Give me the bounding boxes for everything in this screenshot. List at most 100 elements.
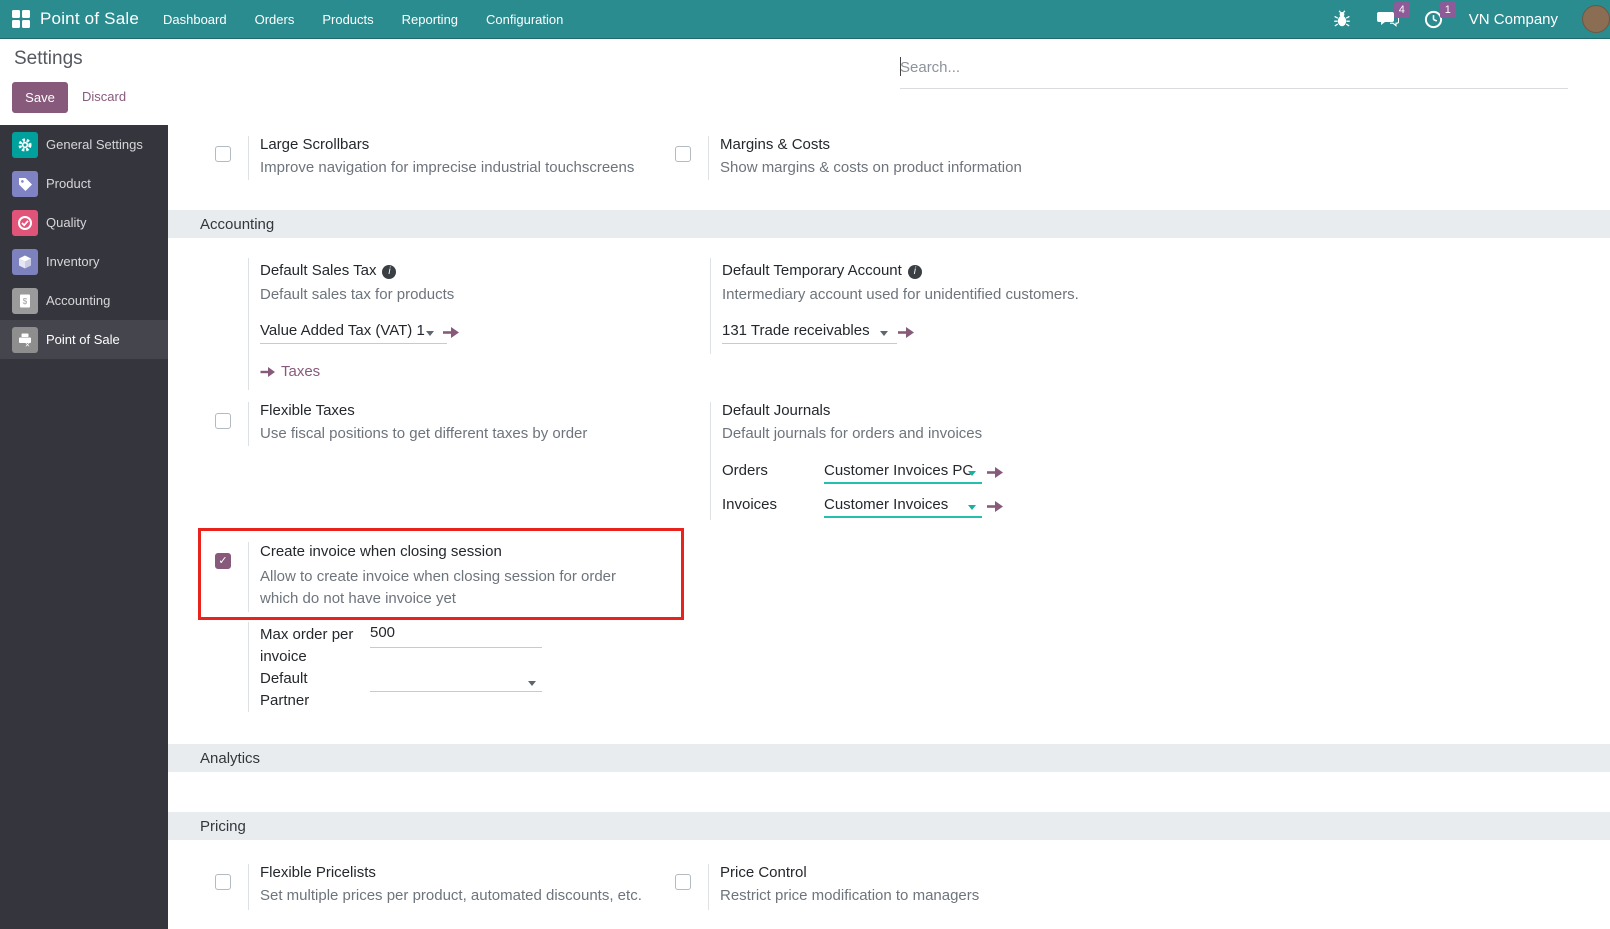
sidebar-item-label: Quality (46, 215, 87, 230)
section-header-pricing: Pricing (168, 812, 1610, 840)
create-invoice-checkbox[interactable]: ✓ (215, 553, 231, 569)
navbar-right: 4 1 VN Company (1331, 2, 1610, 33)
text-cursor (900, 57, 901, 76)
menu-orders[interactable]: Orders (241, 0, 309, 38)
field-underline (722, 343, 897, 344)
field-underline (824, 482, 982, 484)
internal-link-arrow-icon[interactable] (986, 500, 1004, 513)
create-invoice-description: Allow to create invoice when closing ses… (260, 568, 617, 607)
taxes-link[interactable]: Taxes (281, 363, 320, 380)
chevron-down-icon[interactable] (426, 331, 434, 336)
orders-journal-label: Orders (722, 462, 768, 479)
svg-text:$: $ (23, 297, 28, 306)
svg-text:✕: ✕ (25, 342, 30, 348)
bug-icon (1333, 10, 1350, 27)
internal-link-arrow-icon[interactable] (897, 326, 915, 339)
default-temporary-account-description: Intermediary account used for unidentifi… (722, 286, 1079, 303)
divider (708, 864, 709, 910)
max-order-input[interactable] (370, 624, 540, 641)
sidebar-item-label: Accounting (46, 293, 111, 308)
create-invoice-title: Create invoice when closing session (260, 543, 502, 560)
internal-link-arrow-icon[interactable] (442, 326, 460, 339)
sidebar-item-quality[interactable]: Quality (0, 203, 168, 242)
invoices-journal-select[interactable]: Customer Invoices (824, 496, 948, 513)
apps-grid-icon[interactable] (12, 10, 30, 28)
activities-icon-button[interactable]: 1 (1423, 2, 1456, 29)
sidebar-item-accounting[interactable]: $ Accounting (0, 281, 168, 320)
divider (248, 258, 249, 390)
divider (248, 622, 249, 712)
menu-reporting[interactable]: Reporting (388, 0, 472, 38)
divider (710, 258, 711, 354)
control-panel: Settings Save Discard (0, 39, 1610, 125)
company-switcher[interactable]: VN Company (1469, 11, 1558, 28)
default-sales-tax-title: Default Sales Tax i (260, 262, 397, 279)
flexible-pricelists-title: Flexible Pricelists (260, 864, 376, 881)
menu-dashboard[interactable]: Dashboard (149, 0, 241, 38)
divider (708, 136, 709, 180)
internal-link-arrow-icon[interactable] (986, 466, 1004, 479)
default-sales-tax-label: Default Sales Tax (260, 262, 377, 279)
divider (248, 542, 249, 612)
top-navbar: Point of Sale Dashboard Orders Products … (0, 0, 1610, 39)
sidebar-item-label: Product (46, 176, 91, 191)
chevron-down-icon[interactable] (528, 681, 536, 686)
menu-configuration[interactable]: Configuration (472, 0, 577, 38)
large-scrollbars-checkbox[interactable]: ✓ (215, 146, 231, 162)
cash-register-icon: ✕ (12, 326, 38, 353)
chevron-down-icon[interactable] (968, 505, 976, 510)
chevron-down-icon[interactable] (880, 331, 888, 336)
default-temporary-account-label: Default Temporary Account (722, 262, 902, 279)
messages-icon-button[interactable]: 4 (1376, 2, 1410, 29)
sidebar-item-point-of-sale[interactable]: ✕ Point of Sale (0, 320, 168, 359)
large-scrollbars-title: Large Scrollbars (260, 136, 370, 153)
flexible-taxes-title: Flexible Taxes (260, 402, 355, 419)
divider (248, 864, 249, 910)
gear-icon (12, 131, 38, 158)
search-bar (900, 47, 1568, 89)
large-scrollbars-description: Improve navigation for imprecise industr… (260, 159, 635, 176)
margins-costs-checkbox[interactable]: ✓ (675, 146, 691, 162)
flexible-taxes-checkbox[interactable]: ✓ (215, 413, 231, 429)
discard-button[interactable]: Discard (82, 89, 126, 104)
orders-journal-select[interactable]: Customer Invoices PC (824, 462, 973, 479)
app-title[interactable]: Point of Sale (40, 9, 139, 29)
sidebar-item-product[interactable]: Product (0, 164, 168, 203)
sidebar-item-inventory[interactable]: Inventory (0, 242, 168, 281)
chevron-down-icon[interactable] (968, 471, 976, 476)
margins-costs-description: Show margins & costs on product informat… (720, 159, 1022, 176)
default-sales-tax-description: Default sales tax for products (260, 286, 455, 303)
max-order-label: Max order per invoice (260, 626, 354, 665)
margins-costs-title: Margins & Costs (720, 136, 831, 153)
user-avatar[interactable] (1582, 5, 1610, 33)
invoices-journal-label: Invoices (722, 496, 778, 513)
price-control-checkbox[interactable]: ✓ (675, 874, 691, 890)
debug-bug-icon[interactable] (1331, 9, 1353, 29)
activities-count-badge: 1 (1439, 2, 1456, 18)
quality-check-icon (12, 209, 38, 236)
main-menu: Dashboard Orders Products Reporting Conf… (149, 0, 577, 38)
odoo-pos-settings-page: Point of Sale Dashboard Orders Products … (0, 0, 1610, 929)
flexible-taxes-description: Use fiscal positions to get different ta… (260, 425, 588, 442)
price-control-description: Restrict price modification to managers (720, 887, 980, 904)
page-title: Settings (14, 48, 83, 69)
save-button[interactable]: Save (12, 82, 68, 113)
tag-icon (12, 170, 38, 197)
sidebar-item-general-settings[interactable]: General Settings (0, 125, 168, 164)
field-underline (370, 647, 542, 648)
info-icon[interactable]: i (907, 265, 922, 279)
link-arrow-icon[interactable] (260, 366, 276, 378)
field-underline (824, 516, 982, 518)
section-header-accounting: Accounting (168, 210, 1610, 238)
default-temporary-account-select[interactable]: 131 Trade receivables (722, 322, 870, 339)
default-journals-description: Default journals for orders and invoices (722, 425, 983, 442)
search-input[interactable] (900, 47, 1568, 88)
sidebar-item-label: Inventory (46, 254, 100, 269)
navbar-left: Point of Sale Dashboard Orders Products … (0, 0, 577, 38)
info-icon[interactable]: i (382, 265, 397, 279)
divider (248, 136, 249, 180)
field-underline (260, 343, 447, 344)
flexible-pricelists-checkbox[interactable]: ✓ (215, 874, 231, 890)
menu-products[interactable]: Products (308, 0, 387, 38)
default-sales-tax-select[interactable]: Value Added Tax (VAT) 1 (260, 322, 425, 339)
